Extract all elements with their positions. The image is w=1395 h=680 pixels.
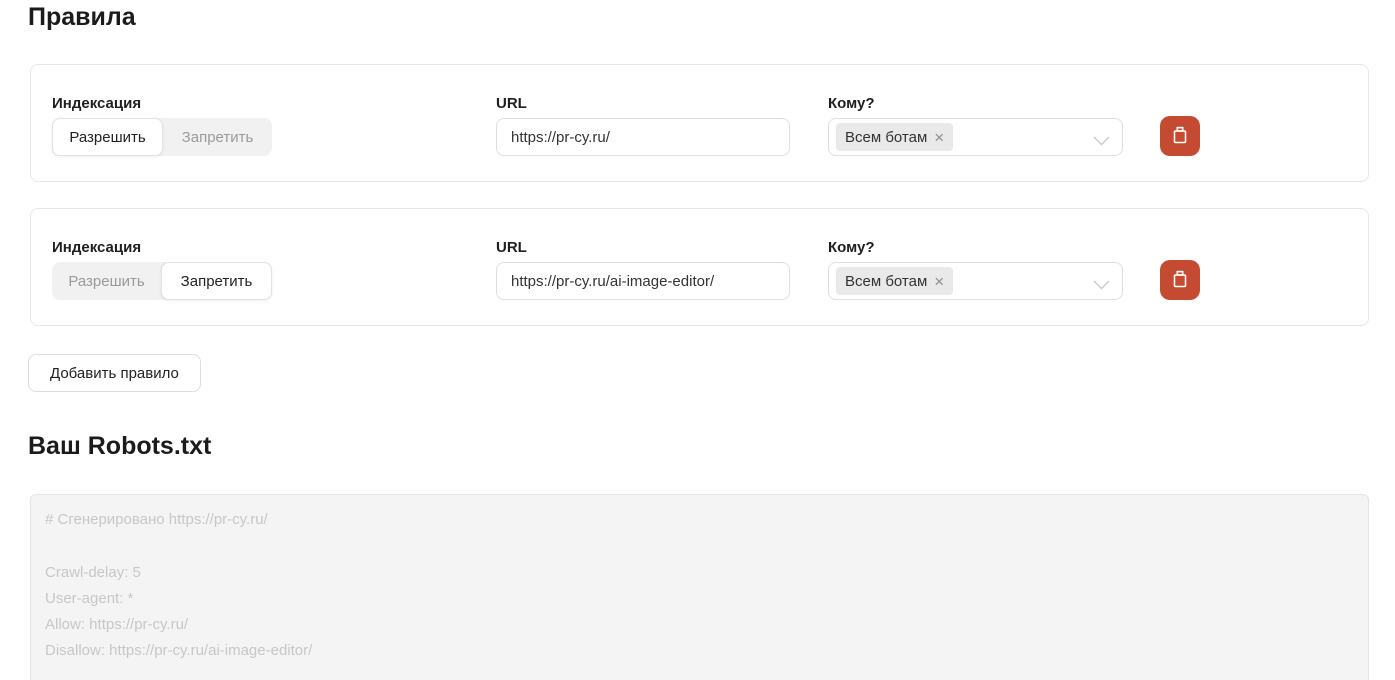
add-rule-button[interactable]: Добавить правило	[28, 354, 201, 392]
delete-rule-button[interactable]	[1160, 260, 1200, 300]
trash-icon	[1170, 268, 1190, 293]
indexing-label: Индексация	[52, 239, 496, 256]
url-input[interactable]	[496, 118, 790, 156]
x-icon[interactable]: ×	[934, 129, 944, 146]
bot-tag-label: Всем ботам	[845, 129, 927, 146]
to-whom-label: Кому?	[828, 95, 1123, 112]
url-field: URL	[496, 95, 828, 156]
page-title: Правила	[28, 2, 1395, 32]
rule-card: Индексация Разрешить Запретить URL Кому?…	[30, 208, 1369, 326]
to-whom-label: Кому?	[828, 239, 1123, 256]
indexing-field: Индексация Разрешить Запретить	[52, 239, 496, 300]
allow-toggle-button[interactable]: Разрешить	[52, 262, 161, 300]
output-title: Ваш Robots.txt	[28, 431, 1395, 461]
chevron-down-icon[interactable]	[1093, 133, 1110, 151]
url-input[interactable]	[496, 262, 790, 300]
chevron-down-icon[interactable]	[1093, 277, 1110, 295]
bot-tag: Всем ботам ×	[836, 123, 953, 151]
disallow-toggle-button[interactable]: Запретить	[163, 118, 272, 156]
indexing-field: Индексация Разрешить Запретить	[52, 95, 496, 156]
allow-toggle-button[interactable]: Разрешить	[52, 118, 163, 156]
indexing-label: Индексация	[52, 95, 496, 112]
to-whom-field: Кому? Всем ботам ×	[828, 95, 1123, 156]
bots-multiselect[interactable]: Всем ботам ×	[828, 118, 1123, 156]
disallow-toggle-button[interactable]: Запретить	[161, 262, 272, 300]
robots-output-textarea[interactable]: # Сгенерировано https://pr-cy.ru/ Crawl-…	[30, 494, 1369, 680]
to-whom-field: Кому? Всем ботам ×	[828, 239, 1123, 300]
url-label: URL	[496, 95, 828, 112]
delete-rule-button[interactable]	[1160, 116, 1200, 156]
x-icon[interactable]: ×	[934, 273, 944, 290]
indexing-toggle: Разрешить Запретить	[52, 262, 272, 300]
bot-tag: Всем ботам ×	[836, 267, 953, 295]
indexing-toggle: Разрешить Запретить	[52, 118, 272, 156]
bot-tag-label: Всем ботам	[845, 273, 927, 290]
url-label: URL	[496, 239, 828, 256]
bots-multiselect[interactable]: Всем ботам ×	[828, 262, 1123, 300]
rule-card: Индексация Разрешить Запретить URL Кому?…	[30, 64, 1369, 182]
url-field: URL	[496, 239, 828, 300]
trash-icon	[1170, 124, 1190, 149]
